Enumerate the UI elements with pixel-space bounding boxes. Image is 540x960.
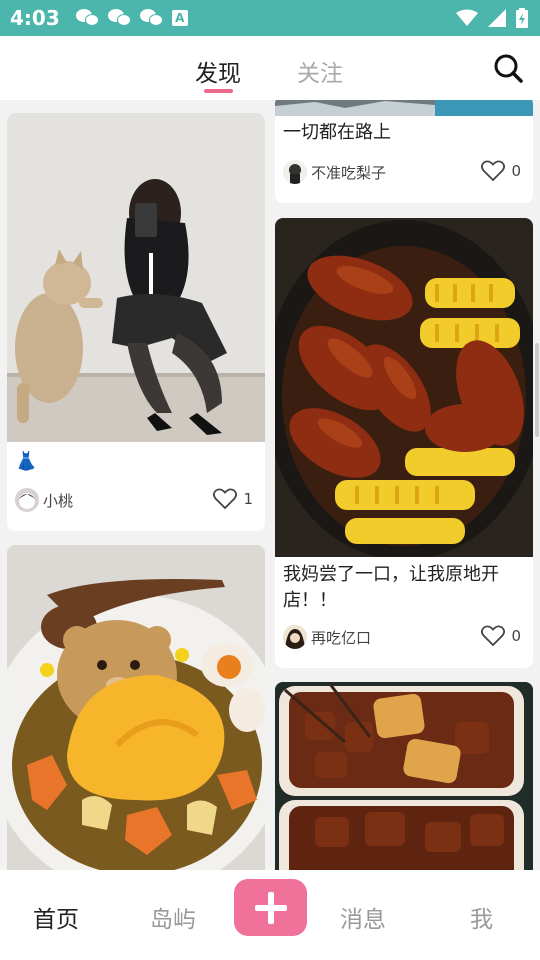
post-card[interactable]: 一切都在路上 不准吃梨子 0 bbox=[275, 100, 533, 203]
add-post-button[interactable] bbox=[234, 879, 307, 936]
tab-indicator bbox=[204, 89, 233, 93]
like-button[interactable]: 1 bbox=[213, 488, 253, 510]
signal-icon bbox=[488, 9, 506, 27]
post-image bbox=[7, 545, 265, 870]
post-image bbox=[275, 682, 533, 870]
wechat-icon bbox=[139, 9, 164, 27]
post-card[interactable]: 我妈尝了一口，让我原地开店！！ 再吃亿口 0 bbox=[275, 218, 533, 668]
heart-icon bbox=[481, 625, 506, 647]
author-name: 再吃亿口 bbox=[311, 628, 372, 647]
nav-home[interactable]: 首页 bbox=[33, 900, 79, 934]
post-card[interactable]: 👗 小桃 1 bbox=[7, 113, 265, 531]
post-author[interactable]: 小桃 bbox=[15, 488, 73, 512]
feed: 👗 小桃 1 一切都在路上 不准吃梨子 0 我妈尝了一口，让我原地开店！！ 再吃… bbox=[0, 100, 540, 870]
nav-messages[interactable]: 消息 bbox=[340, 900, 386, 934]
bottom-nav: 首页 岛屿 消息 我 bbox=[0, 870, 540, 960]
nav-me[interactable]: 我 bbox=[470, 900, 493, 934]
author-name: 小桃 bbox=[43, 491, 74, 510]
like-button[interactable]: 0 bbox=[481, 625, 521, 647]
tab-follow[interactable]: 关注 bbox=[297, 54, 343, 88]
avatar bbox=[15, 488, 39, 512]
heart-icon bbox=[213, 488, 238, 510]
post-card[interactable] bbox=[7, 545, 265, 870]
wifi-icon bbox=[456, 9, 478, 26]
like-button[interactable]: 0 bbox=[481, 160, 521, 182]
like-count: 0 bbox=[511, 162, 521, 180]
status-bar: 4:03 A bbox=[0, 0, 540, 36]
status-time: 4:03 bbox=[10, 6, 60, 30]
scrollbar[interactable] bbox=[535, 343, 539, 437]
author-name: 不准吃梨子 bbox=[311, 163, 387, 182]
like-count: 0 bbox=[511, 627, 521, 645]
search-icon[interactable] bbox=[492, 52, 524, 84]
post-title: 一切都在路上 bbox=[283, 122, 391, 143]
avatar bbox=[283, 625, 307, 649]
top-nav: 发现 关注 bbox=[0, 36, 540, 100]
wechat-icon bbox=[75, 9, 100, 27]
plus-icon bbox=[254, 891, 287, 924]
tab-discover[interactable]: 发现 bbox=[195, 54, 241, 88]
battery-icon bbox=[516, 8, 528, 28]
post-title: 👗 bbox=[15, 451, 38, 472]
post-author[interactable]: 再吃亿口 bbox=[283, 625, 371, 649]
nav-islands[interactable]: 岛屿 bbox=[150, 900, 196, 934]
post-author[interactable]: 不准吃梨子 bbox=[283, 160, 386, 184]
notification-icons: A bbox=[75, 9, 188, 27]
post-title: 我妈尝了一口，让我原地开店！！ bbox=[283, 564, 499, 611]
a-icon: A bbox=[171, 10, 188, 26]
system-status-icons bbox=[456, 8, 528, 28]
post-card[interactable] bbox=[275, 682, 533, 870]
post-image bbox=[275, 100, 533, 116]
avatar bbox=[283, 160, 307, 184]
post-image bbox=[7, 113, 265, 442]
heart-icon bbox=[481, 160, 506, 182]
like-count: 1 bbox=[243, 490, 253, 508]
wechat-icon bbox=[107, 9, 132, 27]
post-image bbox=[275, 218, 533, 560]
